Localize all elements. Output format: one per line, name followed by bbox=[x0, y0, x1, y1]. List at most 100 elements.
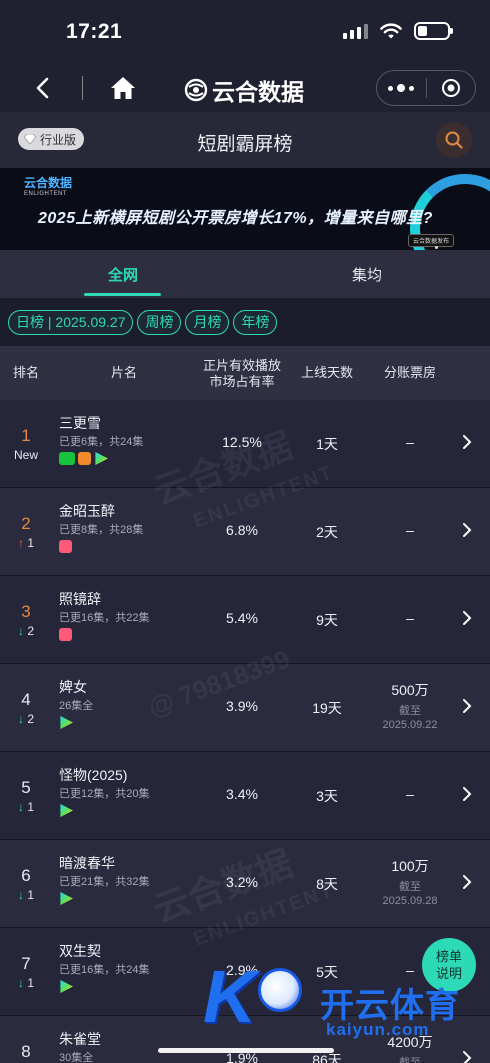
episode-status: 已更12集，共20集 bbox=[59, 788, 150, 800]
episode-status: 已更16集，共24集 bbox=[59, 964, 150, 976]
rank-number: 8 bbox=[21, 1042, 31, 1061]
market-share: 3.9% bbox=[226, 698, 258, 714]
drama-title: 三更雪 bbox=[59, 415, 101, 431]
yunhe-logo-icon bbox=[184, 78, 208, 102]
box-office: – bbox=[406, 786, 414, 802]
platform-icons bbox=[59, 628, 72, 641]
box-office: – bbox=[406, 610, 414, 626]
tencent-video-icon bbox=[60, 980, 73, 993]
home-icon[interactable] bbox=[108, 74, 138, 102]
trend-down-icon: ↓ bbox=[17, 888, 24, 902]
table-row[interactable]: 1 New 三更雪 已更6集，共24集 12.5% 1天 – bbox=[0, 400, 490, 488]
promo-k-glyph: K bbox=[203, 955, 257, 1038]
trend-up-icon: ↑ bbox=[17, 536, 24, 550]
days-online: 1天 bbox=[316, 436, 338, 452]
drama-title: 双生契 bbox=[59, 943, 101, 959]
period-filters: 日榜 | 2025.09.27 周榜 月榜 年榜 bbox=[0, 298, 490, 346]
tab-per-episode[interactable]: 集均 bbox=[352, 264, 382, 285]
tencent-video-icon bbox=[95, 452, 108, 465]
header-days: 上线天数 bbox=[300, 365, 353, 380]
box-office: – bbox=[406, 522, 414, 538]
page-title: 短剧霸屏榜 bbox=[197, 134, 293, 155]
soccer-ball-icon bbox=[258, 968, 302, 1012]
search-icon bbox=[445, 131, 463, 149]
box-office: 100万 截至 2025.09.28 bbox=[382, 858, 438, 907]
header-title: 片名 bbox=[110, 365, 137, 380]
table-row[interactable]: 6 ↓ 1 暗渡春华 已更21集，共32集 3.2% 8天 100万 截至 20… bbox=[0, 840, 490, 928]
rank-number: 5 bbox=[21, 778, 31, 797]
header-share: 正片有效播放 市场占有率 bbox=[202, 358, 281, 389]
platform-icons bbox=[59, 980, 73, 993]
nav-divider bbox=[82, 76, 83, 100]
days-online: 2天 bbox=[316, 524, 338, 540]
filter-monthly[interactable]: 月榜 bbox=[185, 309, 230, 335]
chevron-right-icon[interactable] bbox=[462, 610, 472, 626]
days-online: 9天 bbox=[316, 612, 338, 628]
promo-banner[interactable]: 云合数据 ENLIGHTENT 2025上新横屏短剧公开票房增长17%，增量来自… bbox=[0, 168, 490, 250]
status-icons bbox=[343, 22, 453, 40]
header-box-office: 分账票房 bbox=[383, 365, 436, 380]
banner-headline: 2025上新横屏短剧公开票房增长17%，增量来自哪里? bbox=[38, 210, 433, 227]
chevron-right-icon[interactable] bbox=[462, 786, 472, 802]
table-row[interactable]: 3 ↓ 2 照镜辞 已更16集，共22集 5.4% 9天 – bbox=[0, 576, 490, 664]
banner-tag: 云合数据发布 bbox=[407, 234, 454, 247]
active-tab-indicator bbox=[84, 293, 161, 296]
market-share: 6.8% bbox=[226, 522, 258, 538]
search-button[interactable] bbox=[436, 122, 472, 158]
more-options-icon[interactable] bbox=[377, 84, 426, 92]
chevron-right-icon[interactable] bbox=[462, 522, 472, 538]
tencent-video-icon bbox=[60, 716, 73, 729]
header-rank: 排名 bbox=[12, 365, 39, 380]
platform-icons bbox=[59, 892, 73, 905]
wifi-icon bbox=[380, 23, 402, 38]
rank-number: 3 bbox=[21, 602, 31, 621]
brand-logo: 云合数据 bbox=[184, 73, 304, 107]
youku-icon bbox=[59, 540, 72, 553]
episode-status: 已更21集，共32集 bbox=[59, 876, 150, 888]
table-row[interactable]: 4 ↓ 2 婢女 26集全 3.9% 19天 500万 截至 2025.09.2… bbox=[0, 664, 490, 752]
filter-daily[interactable]: 日榜 | 2025.09.27 bbox=[8, 309, 134, 335]
mgtv-icon bbox=[78, 452, 91, 465]
rank-number: 4 bbox=[21, 690, 31, 709]
tencent-video-icon bbox=[60, 892, 73, 905]
table-row[interactable]: 5 ↓ 1 怪物(2025) 已更12集，共20集 3.4% 3天 – bbox=[0, 752, 490, 840]
rank-trend: New bbox=[0, 448, 52, 462]
chevron-right-icon[interactable] bbox=[462, 434, 472, 450]
platform-icons bbox=[59, 804, 73, 817]
table-row[interactable]: 2 ↑ 1 金昭玉醉 已更8集，共28集 6.8% 2天 – bbox=[0, 488, 490, 576]
rank-number: 1 bbox=[21, 426, 31, 445]
tencent-video-icon bbox=[60, 804, 73, 817]
rank-trend: ↓ 2 bbox=[17, 624, 35, 638]
days-online: 19天 bbox=[312, 700, 342, 716]
episode-status: 26集全 bbox=[59, 700, 94, 712]
box-office: – bbox=[406, 434, 414, 450]
drama-title: 怪物(2025) bbox=[59, 767, 128, 783]
rank-trend: ↓ 1 bbox=[17, 800, 35, 814]
episode-status: 30集全 bbox=[59, 1052, 94, 1063]
rank-number: 2 bbox=[21, 514, 31, 533]
market-share: 3.4% bbox=[226, 786, 258, 802]
chevron-right-icon[interactable] bbox=[462, 698, 472, 714]
tab-all-network[interactable]: 全网 bbox=[108, 264, 138, 285]
back-arrow-icon[interactable] bbox=[30, 74, 58, 102]
filter-yearly[interactable]: 年榜 bbox=[233, 309, 278, 335]
brand-name: 云合数据 bbox=[212, 79, 304, 105]
filter-weekly[interactable]: 周榜 bbox=[137, 309, 182, 335]
drama-title: 婢女 bbox=[59, 679, 87, 695]
rank-trend: ↓ 1 bbox=[17, 888, 35, 902]
trend-down-icon: ↓ bbox=[17, 624, 24, 638]
platform-icons bbox=[59, 540, 72, 553]
chevron-right-icon[interactable] bbox=[462, 874, 472, 890]
table-header: 排名 片名 正片有效播放 市场占有率 上线天数 分账票房 bbox=[0, 346, 490, 400]
battery-icon bbox=[414, 22, 453, 40]
platform-icons bbox=[59, 452, 108, 465]
close-miniapp-icon[interactable] bbox=[426, 78, 475, 98]
banner-logo: 云合数据 ENLIGHTENT bbox=[24, 176, 73, 197]
episode-status: 已更16集，共22集 bbox=[59, 612, 150, 624]
drama-title: 暗渡春华 bbox=[59, 855, 115, 871]
drama-title: 金昭玉醉 bbox=[59, 503, 115, 519]
nav-bar: 云合数据 bbox=[0, 64, 490, 112]
rank-number: 7 bbox=[21, 954, 31, 973]
market-share: 12.5% bbox=[222, 434, 262, 450]
trend-down-icon: ↓ bbox=[17, 976, 24, 990]
